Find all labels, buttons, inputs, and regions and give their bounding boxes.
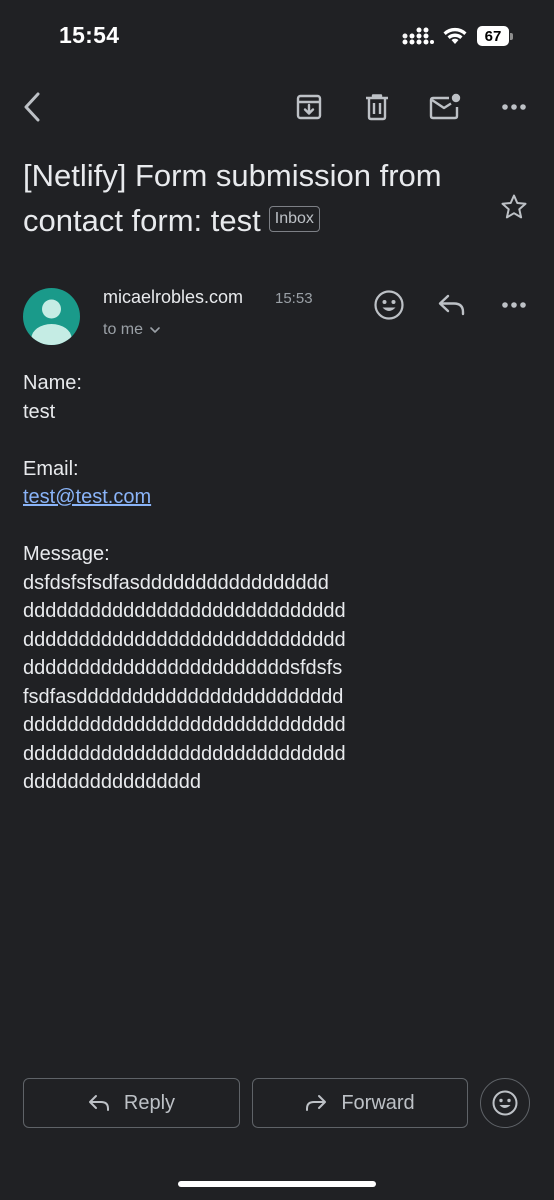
forward-button-label: Forward (341, 1091, 415, 1114)
battery-level: 67 (477, 26, 509, 46)
trash-icon[interactable] (357, 87, 397, 127)
battery-icon: 67 (477, 26, 515, 46)
mark-unread-icon[interactable] (425, 87, 465, 127)
email-body: Name: test Email: test@test.com Message:… (23, 369, 533, 797)
message-line: dddddddddddddddd (23, 771, 201, 793)
signal-icon (402, 27, 434, 45)
email-link[interactable]: test@test.com (23, 486, 151, 508)
message-more-icon[interactable] (494, 285, 534, 325)
forward-arrow-icon (305, 1094, 341, 1112)
message-line: fsdfasdddddddddddddddddddddddd (23, 685, 344, 708)
chevron-down-icon (149, 326, 161, 334)
message-line: ddddddddddddddddddddddddddddd (23, 628, 346, 651)
email-label: Email: (23, 457, 79, 480)
email-subject-row: [Netlify] Form submission from contact f… (23, 153, 483, 243)
home-indicator[interactable] (178, 1181, 376, 1187)
emoji-reaction-button[interactable] (480, 1078, 530, 1128)
wifi-icon (442, 25, 468, 45)
smiley-icon (491, 1089, 519, 1117)
reply-button-label: Reply (123, 1091, 176, 1114)
emoji-react-icon[interactable] (369, 285, 409, 325)
archive-icon[interactable] (289, 87, 329, 127)
recipient-toggle[interactable]: to me (103, 321, 161, 339)
message-line: ddddddddddddddddddddddddsfdsfs (23, 657, 343, 679)
name-label: Name: (23, 372, 82, 394)
recipient-label: to me (103, 321, 144, 338)
name-value: test (23, 400, 56, 423)
status-time: 15:54 (59, 22, 120, 48)
forward-button[interactable]: Forward (252, 1078, 468, 1128)
inbox-label-chip[interactable]: Inbox (268, 205, 320, 232)
reply-icon[interactable] (432, 285, 472, 325)
message-label: Message: (23, 543, 110, 565)
reply-button[interactable]: Reply (23, 1078, 240, 1128)
message-line: ddddddddddddddddddddddddddddd (23, 600, 346, 622)
email-time: 15:53 (275, 290, 313, 307)
reply-arrow-icon (88, 1094, 124, 1112)
email-subject: [Netlify] Form submission from contact f… (23, 158, 442, 238)
message-line: ddddddddddddddddddddddddddddd (23, 742, 346, 765)
message-line: dsfdsfsfsdfasddddddddddddddddd (23, 571, 329, 594)
star-icon[interactable] (494, 187, 534, 227)
sender-name[interactable]: micaelrobles.com (103, 287, 243, 308)
message-line: ddddddddddddddddddddddddddddd (23, 714, 346, 736)
back-arrow-icon[interactable] (12, 87, 52, 127)
avatar[interactable] (23, 288, 80, 345)
more-vert-icon[interactable] (494, 87, 534, 127)
